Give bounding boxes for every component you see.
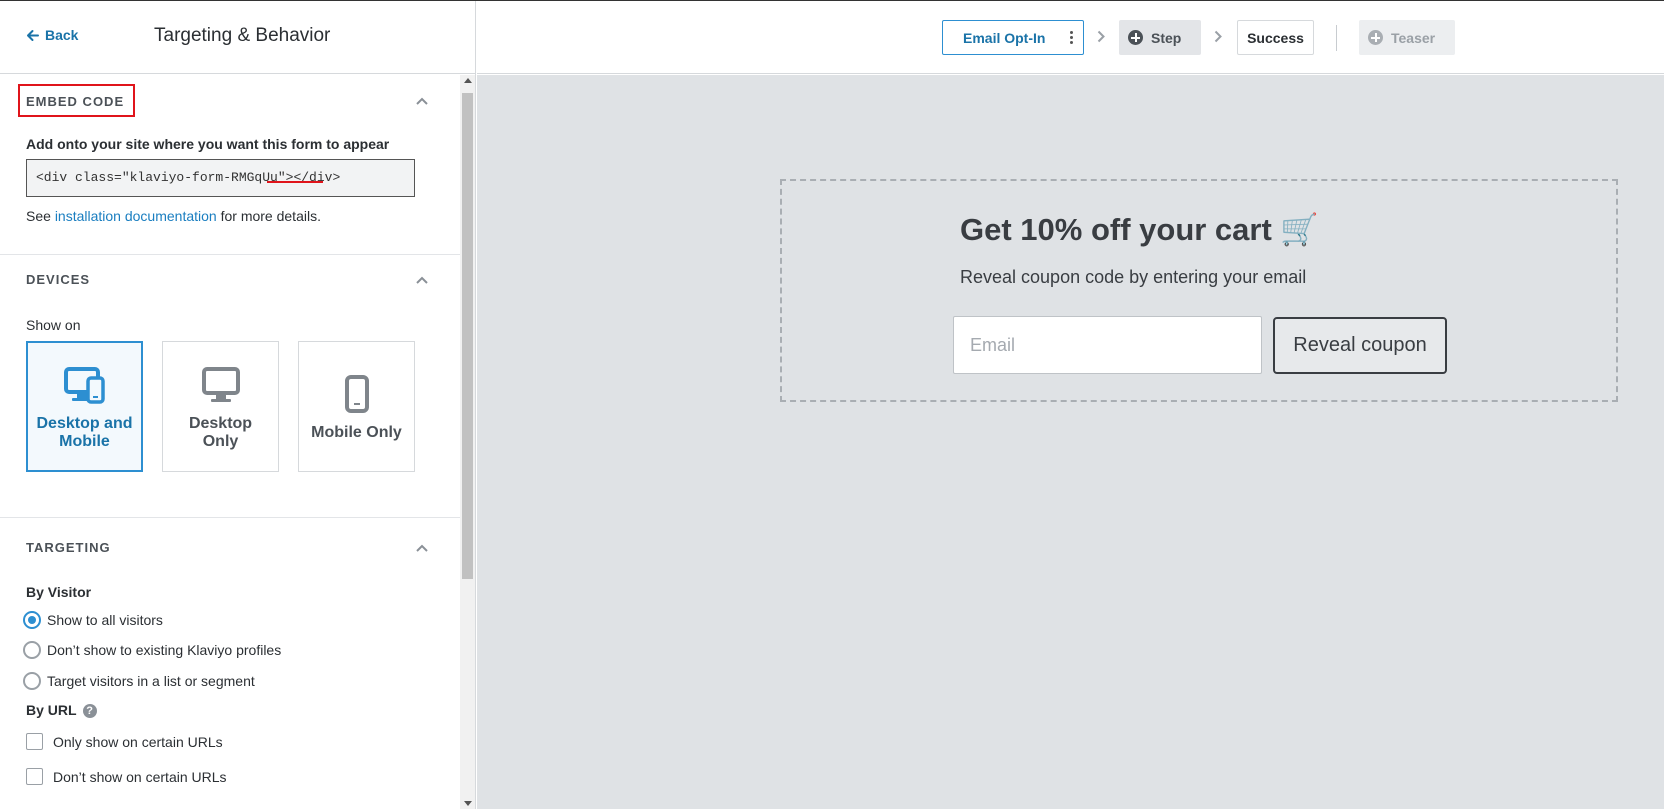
targeting-section: TARGETING By Visitor Show to all visitor… bbox=[0, 518, 460, 809]
devices-title: DEVICES bbox=[26, 272, 91, 287]
see-suffix: for more details. bbox=[216, 208, 321, 224]
back-button[interactable]: Back bbox=[26, 27, 78, 43]
email-field[interactable] bbox=[953, 316, 1262, 374]
help-icon[interactable]: ? bbox=[82, 704, 97, 719]
form-id-underline bbox=[267, 181, 323, 183]
visitor-option-list-segment[interactable]: Target visitors in a list or segment bbox=[23, 672, 255, 690]
desktop-icon bbox=[199, 363, 243, 407]
embed-code-title: EMBED CODE bbox=[26, 94, 125, 109]
panel-scrollbar[interactable] bbox=[460, 75, 475, 809]
panel-header: Back Targeting & Behavior bbox=[0, 1, 476, 74]
tab-label: Step bbox=[1151, 29, 1182, 46]
tab-email-opt-in[interactable]: Email Opt-In bbox=[942, 20, 1084, 55]
scroll-up-arrow[interactable] bbox=[464, 78, 472, 83]
by-url-heading: By URL? bbox=[26, 702, 97, 719]
plus-circle-icon bbox=[1368, 30, 1383, 45]
tab-label: Email Opt-In bbox=[963, 29, 1046, 46]
by-visitor-heading: By Visitor bbox=[26, 584, 92, 600]
chevron-up-icon[interactable] bbox=[416, 544, 428, 552]
tab-label: Teaser bbox=[1391, 29, 1436, 46]
device-option-desktop-only[interactable]: Desktop Only bbox=[162, 341, 279, 472]
back-label: Back bbox=[45, 27, 79, 43]
reveal-coupon-button[interactable]: Reveal coupon bbox=[1273, 317, 1447, 374]
embed-instruction: Add onto your site where you want this f… bbox=[26, 136, 390, 152]
url-option-only-show[interactable]: Only show on certain URLs bbox=[23, 733, 223, 750]
visitor-option-label: Target visitors in a list or segment bbox=[47, 673, 255, 689]
settings-scroll-area[interactable]: EMBED CODE Add onto your site where you … bbox=[0, 75, 460, 809]
visitor-option-exclude-profiles[interactable]: Don’t show to existing Klaviyo profiles bbox=[23, 641, 281, 659]
plus-circle-icon bbox=[1128, 30, 1143, 45]
tab-label: Success bbox=[1247, 29, 1304, 46]
arrow-left-icon bbox=[27, 29, 39, 41]
device-option-mobile-only[interactable]: Mobile Only bbox=[298, 341, 415, 472]
mobile-icon bbox=[335, 372, 379, 416]
desktop-mobile-icon bbox=[63, 363, 107, 407]
installation-documentation-link[interactable]: installation documentation bbox=[55, 208, 217, 224]
chevron-up-icon[interactable] bbox=[416, 97, 428, 105]
embed-code-snippet[interactable]: <div class="klaviyo-form-RMGqUu"></div> bbox=[26, 159, 415, 197]
more-options-icon[interactable] bbox=[1070, 31, 1073, 44]
chevron-right-icon bbox=[1097, 30, 1105, 43]
url-option-label: Only show on certain URLs bbox=[53, 733, 223, 750]
settings-panel: Back Targeting & Behavior EMBED CODE Add… bbox=[0, 1, 476, 809]
form-preview[interactable]: Get 10% off your cart 🛒 Reveal coupon co… bbox=[780, 179, 1618, 402]
chevron-up-icon[interactable] bbox=[416, 276, 428, 284]
install-doc-text: See installation documentation for more … bbox=[26, 208, 321, 224]
visitor-option-all[interactable]: Show to all visitors bbox=[23, 611, 163, 629]
tab-add-teaser[interactable]: Teaser bbox=[1359, 20, 1455, 55]
targeting-title: TARGETING bbox=[26, 540, 111, 555]
tab-add-step[interactable]: Step bbox=[1119, 20, 1201, 55]
url-option-dont-show[interactable]: Don’t show on certain URLs bbox=[23, 768, 227, 785]
devices-section: DEVICES Show on Desktop and Mobile Deskt… bbox=[0, 255, 460, 518]
url-option-label: Don’t show on certain URLs bbox=[53, 768, 227, 785]
tab-success[interactable]: Success bbox=[1237, 20, 1314, 55]
visitor-option-label: Show to all visitors bbox=[47, 612, 163, 628]
tab-divider bbox=[1336, 25, 1337, 51]
scroll-down-arrow[interactable] bbox=[464, 801, 472, 806]
chevron-right-icon bbox=[1214, 30, 1222, 43]
scrollbar-thumb[interactable] bbox=[462, 93, 473, 579]
embed-code-section: EMBED CODE Add onto your site where you … bbox=[0, 75, 460, 255]
device-option-desktop-and-mobile[interactable]: Desktop and Mobile bbox=[26, 341, 143, 472]
by-url-label: By URL bbox=[26, 702, 77, 718]
step-navigation: Email Opt-In Step Success Teaser bbox=[477, 1, 1664, 74]
radio-button[interactable] bbox=[23, 641, 41, 659]
device-option-label: Desktop and Mobile bbox=[36, 414, 133, 450]
checkbox[interactable] bbox=[26, 733, 43, 750]
radio-button[interactable] bbox=[23, 672, 41, 690]
radio-button[interactable] bbox=[23, 611, 41, 629]
see-prefix: See bbox=[26, 208, 55, 224]
device-option-label: Mobile Only bbox=[311, 423, 402, 441]
show-on-label: Show on bbox=[26, 317, 81, 333]
device-option-label: Desktop Only bbox=[188, 414, 253, 450]
visitor-option-label: Don’t show to existing Klaviyo profiles bbox=[47, 642, 282, 658]
form-preview-canvas: Get 10% off your cart 🛒 Reveal coupon co… bbox=[477, 75, 1664, 809]
page-title: Targeting & Behavior bbox=[154, 25, 331, 46]
checkbox[interactable] bbox=[26, 768, 43, 785]
form-subheadline: Reveal coupon code by entering your emai… bbox=[960, 267, 1307, 287]
form-headline: Get 10% off your cart 🛒 bbox=[960, 212, 1320, 247]
